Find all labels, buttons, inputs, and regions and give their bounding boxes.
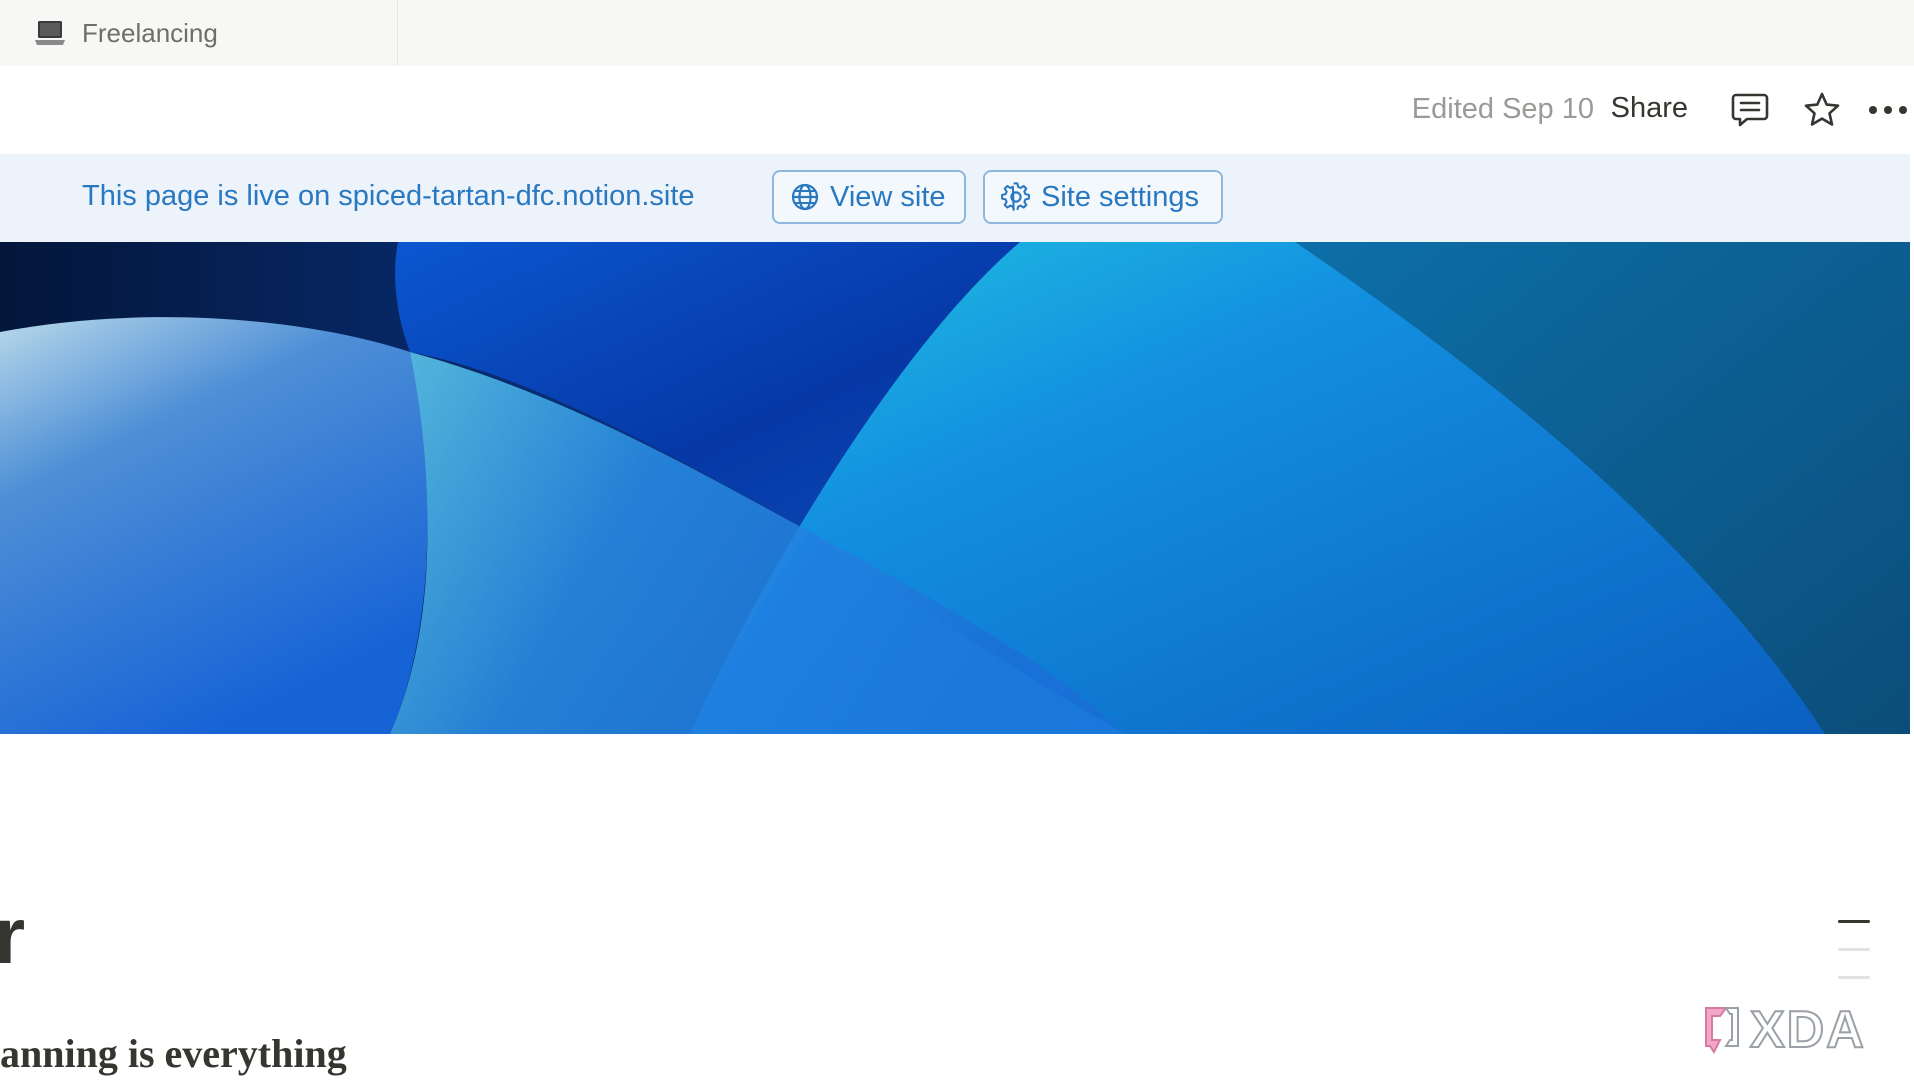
tab-bar: Freelancing <box>0 0 1914 66</box>
banner-text: This page is live on spiced-tartan-dfc.n… <box>82 180 695 212</box>
page-header: Edited Sep 10 Share <box>0 66 1914 154</box>
share-button[interactable]: Share <box>1611 92 1688 125</box>
xda-watermark-logo: XDA <box>1700 1000 1880 1060</box>
page-subheading[interactable]: anning is everything <box>0 1034 347 1074</box>
tab-label: Freelancing <box>82 17 218 48</box>
more-icon[interactable] <box>1864 90 1912 130</box>
toc-line <box>1838 948 1870 951</box>
watermark-text: XDA <box>1749 1000 1866 1060</box>
star-icon[interactable] <box>1802 90 1842 130</box>
globe-icon <box>790 182 820 212</box>
toc-line <box>1838 920 1870 923</box>
page-title[interactable]: r <box>0 896 25 976</box>
laptop-icon <box>35 21 65 45</box>
view-site-label: View site <box>830 180 946 213</box>
xda-logo-icon <box>1705 1007 1739 1054</box>
site-live-banner: This page is live on spiced-tartan-dfc.n… <box>0 154 1910 242</box>
comment-icon[interactable] <box>1730 90 1770 130</box>
site-settings-button[interactable]: Site settings <box>983 170 1223 224</box>
tab-freelancing[interactable]: Freelancing <box>0 0 398 66</box>
table-of-contents-indicator[interactable] <box>1838 920 1872 984</box>
edited-timestamp: Edited Sep 10 <box>1411 93 1594 125</box>
site-settings-label: Site settings <box>1041 180 1199 213</box>
gear-icon <box>1001 182 1031 212</box>
view-site-button[interactable]: View site <box>772 170 966 224</box>
toc-line <box>1838 976 1870 979</box>
cover-image[interactable] <box>0 242 1910 734</box>
